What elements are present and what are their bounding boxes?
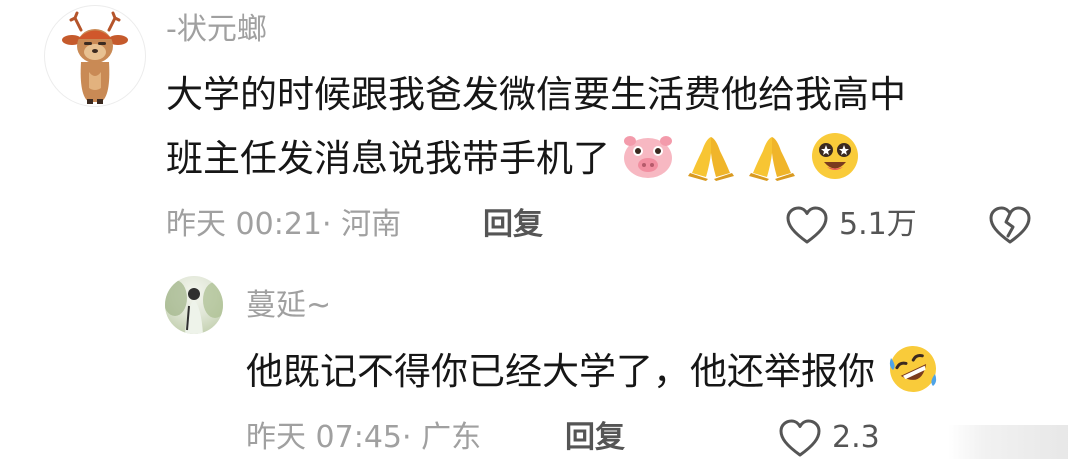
reply-button[interactable]: 回复 [483,207,543,243]
praying-hands-icon [747,133,797,197]
reply-text: 他既记不得你已经大学了，他还举报你 [246,350,875,393]
reply-text-wrap: 他既记不得你已经大学了，他还举报你 [246,343,939,410]
dislike-button[interactable] [988,206,1032,246]
avatar[interactable] [44,5,146,107]
like-count: 5.1万 [839,207,917,242]
broken-heart-icon [989,206,1031,244]
comment-text-line-2: 班主任发消息说我带手机了 [166,137,610,180]
star-struck-face-icon [809,131,861,197]
rolling-laughing-face-icon [887,344,939,410]
comment-text-line-1: 大学的时候跟我爸发微信要生活费他给我高中 [166,73,906,116]
like-button[interactable] [778,419,822,459]
reply-username[interactable]: 蔓延~ [246,288,331,324]
comment-username[interactable]: -状元螂 [166,12,267,48]
person-photo-avatar-icon [165,280,223,334]
pig-face-icon [622,133,674,197]
like-button[interactable] [785,206,829,246]
comment-text-line-2-wrap: 班主任发消息说我带手机了 [166,130,861,197]
reply-button[interactable]: 回复 [565,420,625,456]
cartoon-deer-avatar-icon [62,11,128,104]
praying-hands-icon [686,133,736,197]
reply-time-location: 昨天 07:45· 广东 [246,420,482,455]
heart-icon [779,419,821,457]
reply-avatar[interactable] [165,276,223,334]
heart-icon [786,206,828,244]
reply-like-count: 2.3 [832,420,880,455]
watermark-overlay [948,425,1068,459]
comment-time-location: 昨天 00:21· 河南 [166,207,402,242]
